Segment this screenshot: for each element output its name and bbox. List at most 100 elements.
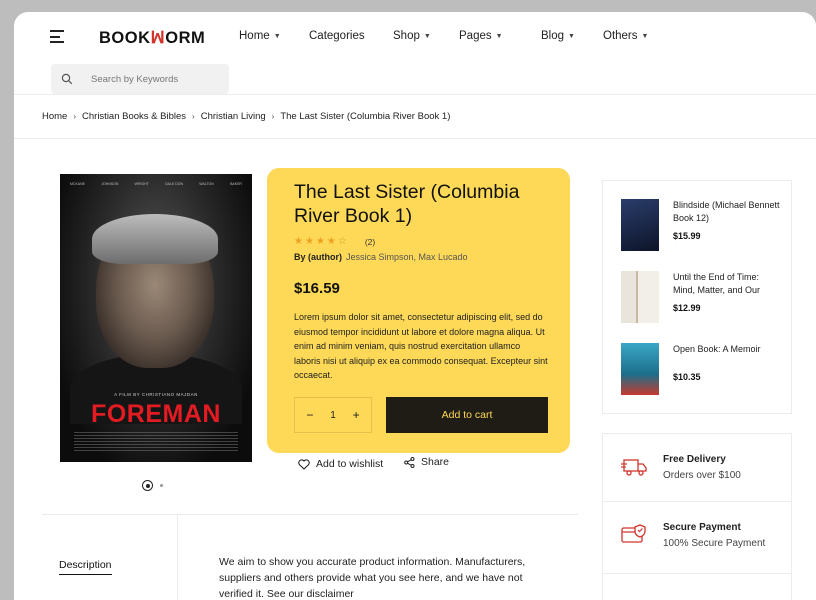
- gallery-dot-active[interactable]: [142, 480, 153, 491]
- gallery-dot[interactable]: [160, 484, 163, 487]
- truck-icon: [621, 459, 647, 476]
- related-book-price: $15.99: [673, 231, 701, 241]
- nav-categories-label: Categories: [309, 30, 365, 42]
- logo-mark-icon: ꟽ: [150, 29, 166, 47]
- book-cover-image[interactable]: [621, 199, 659, 251]
- nav-blog[interactable]: Blog ▼: [541, 30, 603, 42]
- related-book-title[interactable]: Open Book: A Memoir: [673, 343, 783, 356]
- related-book-item[interactable]: Blindside (Michael Bennett Book 12) $15.…: [621, 199, 783, 251]
- gallery-pagination: [142, 480, 163, 491]
- nav-shop-label: Shop: [393, 30, 420, 42]
- star-filled-icon: ★: [294, 236, 303, 247]
- description-text: We aim to show you accurate product info…: [219, 556, 526, 600]
- chevron-right-icon: ›: [73, 112, 77, 121]
- product-price: $16.59: [294, 280, 340, 297]
- related-books-panel: Blindside (Michael Bennett Book 12) $15.…: [602, 180, 792, 414]
- secure-card-icon: [621, 524, 646, 543]
- search-icon[interactable]: [61, 73, 73, 85]
- nav-others[interactable]: Others ▼: [603, 30, 648, 42]
- tab-description[interactable]: Description: [59, 559, 112, 575]
- poster-billing-block: [74, 432, 238, 452]
- quantity-value[interactable]: 1: [330, 410, 336, 421]
- breadcrumb-category[interactable]: Christian Books & Bibles: [82, 111, 186, 122]
- product-rating: ★ ★ ★ ★ ☆ (2): [294, 236, 375, 247]
- product-image[interactable]: MCKANE JOHNSON WRIGHT DALE DON WALTON BA…: [60, 174, 252, 462]
- nav-pages-label: Pages: [459, 30, 492, 42]
- breadcrumb: Home › Christian Books & Bibles › Christ…: [42, 111, 450, 122]
- browser-page: BOOKꟽORM Home ▼ Categories Shop ▼ Pages ▼ B…: [14, 12, 816, 600]
- feature-subtitle: 100% Secure Payment: [663, 538, 766, 549]
- quantity-decrease-button[interactable]: −: [300, 407, 319, 423]
- chevron-down-icon: ▼: [273, 32, 281, 40]
- product-title: The Last Sister (Columbia River Book 1): [294, 181, 520, 227]
- poster-credit: JOHNSON: [101, 182, 119, 186]
- add-to-wishlist-button[interactable]: Add to wishlist: [298, 458, 383, 470]
- tabs-divider: [42, 514, 578, 515]
- heart-icon: [298, 458, 310, 470]
- logo-text-right: ORM: [165, 29, 206, 47]
- product-short-description: Lorem ipsum dolor sit amet, consectetur …: [294, 312, 548, 380]
- breadcrumb-divider: [14, 138, 816, 139]
- star-filled-icon: ★: [315, 236, 325, 247]
- product-author: By (author) Jessica Simpson, Max Lucado: [294, 252, 468, 262]
- book-cover-image[interactable]: [621, 343, 659, 395]
- nav-blog-label: Blog: [541, 30, 565, 42]
- poster-credit: WALTON: [199, 182, 214, 186]
- nav-categories[interactable]: Categories: [309, 30, 393, 42]
- search-input[interactable]: [89, 72, 223, 86]
- feature-title: Secure Payment: [663, 522, 741, 533]
- related-book-title[interactable]: Blindside (Michael Bennett Book 12): [673, 199, 783, 225]
- tabs-vertical-divider: [177, 514, 178, 600]
- wishlist-label: Add to wishlist: [316, 458, 384, 470]
- poster-title: FOREMAN: [91, 400, 221, 428]
- feature-more: [602, 573, 792, 600]
- add-to-cart-button[interactable]: Add to cart: [386, 397, 548, 433]
- star-empty-icon: ☆: [337, 236, 347, 247]
- poster-credit: BAKER: [230, 182, 242, 186]
- related-book-title[interactable]: Until the End of Time: Mind, Matter, and…: [673, 271, 783, 297]
- nav-others-label: Others: [603, 30, 638, 42]
- menu-icon[interactable]: [50, 30, 64, 43]
- share-button[interactable]: Share: [404, 456, 449, 468]
- nav-home-label: Home: [239, 30, 270, 42]
- search-box: [51, 64, 229, 94]
- site-logo[interactable]: BOOKꟽORM: [99, 28, 205, 48]
- poster-credit: WRIGHT: [134, 182, 149, 186]
- related-book-price: $10.35: [673, 372, 701, 382]
- related-book-price: $12.99: [673, 303, 701, 313]
- chevron-down-icon: ▼: [423, 32, 431, 40]
- chevron-down-icon: ▼: [568, 32, 575, 40]
- chevron-down-icon: ▼: [641, 32, 649, 40]
- feature-title: Free Delivery: [663, 454, 726, 465]
- related-book-item[interactable]: Until the End of Time: Mind, Matter, and…: [621, 271, 783, 323]
- chevron-right-icon: ›: [192, 112, 195, 121]
- poster-credits: MCKANE JOHNSON WRIGHT DALE DON WALTON BA…: [70, 182, 242, 186]
- nav-pages[interactable]: Pages ▼: [459, 30, 541, 42]
- quantity-increase-button[interactable]: +: [347, 407, 366, 423]
- logo-text-left: BOOK: [99, 29, 151, 47]
- share-label: Share: [421, 456, 450, 468]
- author-label: By (author): [294, 252, 342, 262]
- product-summary-card: The Last Sister (Columbia River Book 1) …: [267, 168, 570, 453]
- star-filled-icon: ★: [326, 236, 336, 247]
- author-names[interactable]: Jessica Simpson, Max Lucado: [346, 252, 468, 262]
- poster-tagline: A FILM BY CHRISTIANO MAJDAN: [114, 392, 198, 397]
- quantity-stepper: − 1 +: [294, 397, 372, 433]
- nav-home[interactable]: Home ▼: [239, 30, 309, 42]
- feature-secure-payment: Secure Payment 100% Secure Payment: [602, 501, 792, 574]
- poster-credit: DALE DON: [165, 182, 184, 186]
- nav-shop[interactable]: Shop ▼: [393, 30, 459, 42]
- rating-count[interactable]: (2): [365, 237, 375, 247]
- related-book-item[interactable]: Open Book: A Memoir $10.35: [621, 343, 783, 395]
- chevron-right-icon: ›: [271, 112, 275, 121]
- share-icon: [404, 456, 415, 468]
- header-divider: [14, 94, 816, 95]
- feature-free-delivery: Free Delivery Orders over $100: [602, 433, 792, 502]
- breadcrumb-subcategory[interactable]: Christian Living: [201, 111, 266, 122]
- poster-hair: [92, 214, 218, 264]
- book-cover-image[interactable]: [621, 271, 659, 323]
- chevron-down-icon: ▼: [495, 32, 503, 40]
- breadcrumb-home[interactable]: Home: [42, 111, 67, 122]
- feature-subtitle: Orders over $100: [663, 470, 741, 481]
- poster-credit: MCKANE: [70, 182, 85, 186]
